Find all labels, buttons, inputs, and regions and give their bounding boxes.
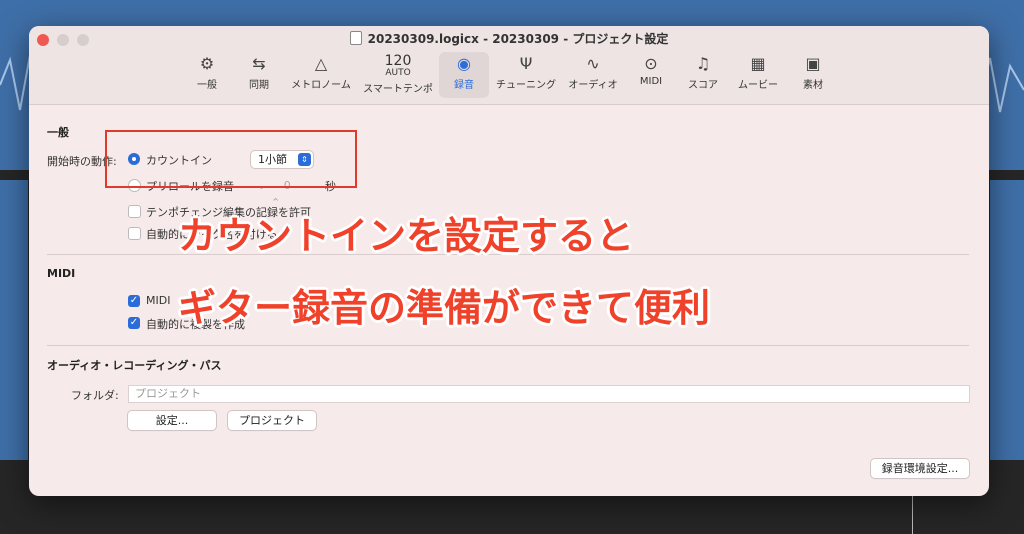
tab-metronome-label: メトロノーム (291, 80, 351, 91)
auto-take-name-checkbox[interactable] (128, 227, 141, 240)
record-icon: ◉ (457, 54, 471, 73)
project-folder-button[interactable]: プロジェクト (228, 411, 316, 430)
section-midi-heading: MIDI (47, 267, 76, 280)
tempo-change-checkbox[interactable] (128, 205, 141, 218)
section-divider (47, 345, 969, 346)
tab-audio-label: オーディオ (568, 80, 618, 91)
window-title-text: 20230309.logicx - 20230309 - プロジェクト設定 (367, 32, 669, 46)
folder-path-placeholder: プロジェクト (135, 387, 201, 400)
project-settings-window: 20230309.logicx - 20230309 - プロジェクト設定 ⚙ … (29, 26, 989, 496)
tab-midi-label: MIDI (639, 76, 663, 87)
folder-label: フォルダ: (71, 389, 119, 402)
folder-path-field[interactable]: プロジェクト (128, 385, 970, 403)
film-icon: ▦ (750, 54, 766, 73)
title-bar: 20230309.logicx - 20230309 - プロジェクト設定 ⚙ … (29, 26, 989, 105)
tempo-mode: AUTO (385, 68, 411, 78)
midi-checkbox[interactable]: ✓ (128, 295, 140, 307)
daw-region-right (990, 180, 1024, 460)
document-icon (349, 31, 362, 45)
tab-recording-label: 録音 (454, 80, 474, 91)
tab-smart-tempo[interactable]: 120 AUTO スマートテンポ (359, 52, 437, 98)
tab-sync[interactable]: ⇆ 同期 (241, 52, 277, 98)
metronome-icon: △ (314, 54, 328, 73)
tab-movie[interactable]: ▦ ムービー (735, 52, 781, 98)
caption-line-2: ギター録音の準備ができて便利 (178, 286, 711, 330)
tab-smart-tempo-label: スマートテンポ (363, 84, 433, 95)
tab-assets-label: 素材 (803, 80, 823, 91)
midi-option-label: MIDI (146, 294, 171, 307)
tab-score-label: スコア (688, 80, 718, 91)
tab-audio[interactable]: ∿ オーディオ (565, 52, 621, 98)
section-general-heading: 一般 (47, 126, 69, 139)
midi-icon: ⊙ (644, 54, 658, 73)
set-folder-button[interactable]: 設定... (128, 411, 216, 430)
tab-midi[interactable]: ⊙ MIDI (633, 52, 669, 98)
tab-general-label: 一般 (197, 80, 217, 91)
tab-sync-label: 同期 (249, 80, 269, 91)
tab-general[interactable]: ⚙ 一般 (189, 52, 225, 98)
waveform-icon: ∿ (586, 54, 600, 73)
notes-icon: ♫ (695, 54, 711, 73)
tab-tuning-label: チューニング (496, 80, 556, 91)
tuning-fork-icon: Ψ (519, 54, 533, 73)
highlight-box (105, 130, 357, 188)
daw-region-left (0, 180, 28, 460)
tab-score[interactable]: ♫ スコア (685, 52, 721, 98)
tab-assets[interactable]: ▣ 素材 (795, 52, 831, 98)
tab-metronome[interactable]: △ メトロノーム (287, 52, 355, 98)
briefcase-icon: ▣ (805, 54, 821, 73)
auto-duplicate-checkbox[interactable]: ✓ (128, 317, 140, 329)
tab-tuning[interactable]: Ψ チューニング (495, 52, 557, 98)
tab-movie-label: ムービー (738, 80, 778, 91)
window-title: 20230309.logicx - 20230309 - プロジェクト設定 (29, 30, 989, 47)
sync-icon: ⇆ (252, 54, 266, 73)
settings-toolbar: ⚙ 一般 ⇆ 同期 △ メトロノーム 120 AUTO スマートテンポ ◉ 録音… (29, 52, 989, 98)
caption-line-1: カウントインを設定すると (178, 214, 635, 258)
section-audio-path-heading: オーディオ・レコーディング・パス (47, 359, 222, 372)
tab-recording[interactable]: ◉ 録音 (439, 52, 489, 98)
recording-preferences-button[interactable]: 録音環境設定... (871, 459, 969, 478)
tempo-value: 120 (384, 53, 412, 69)
gear-icon: ⚙ (199, 54, 215, 73)
